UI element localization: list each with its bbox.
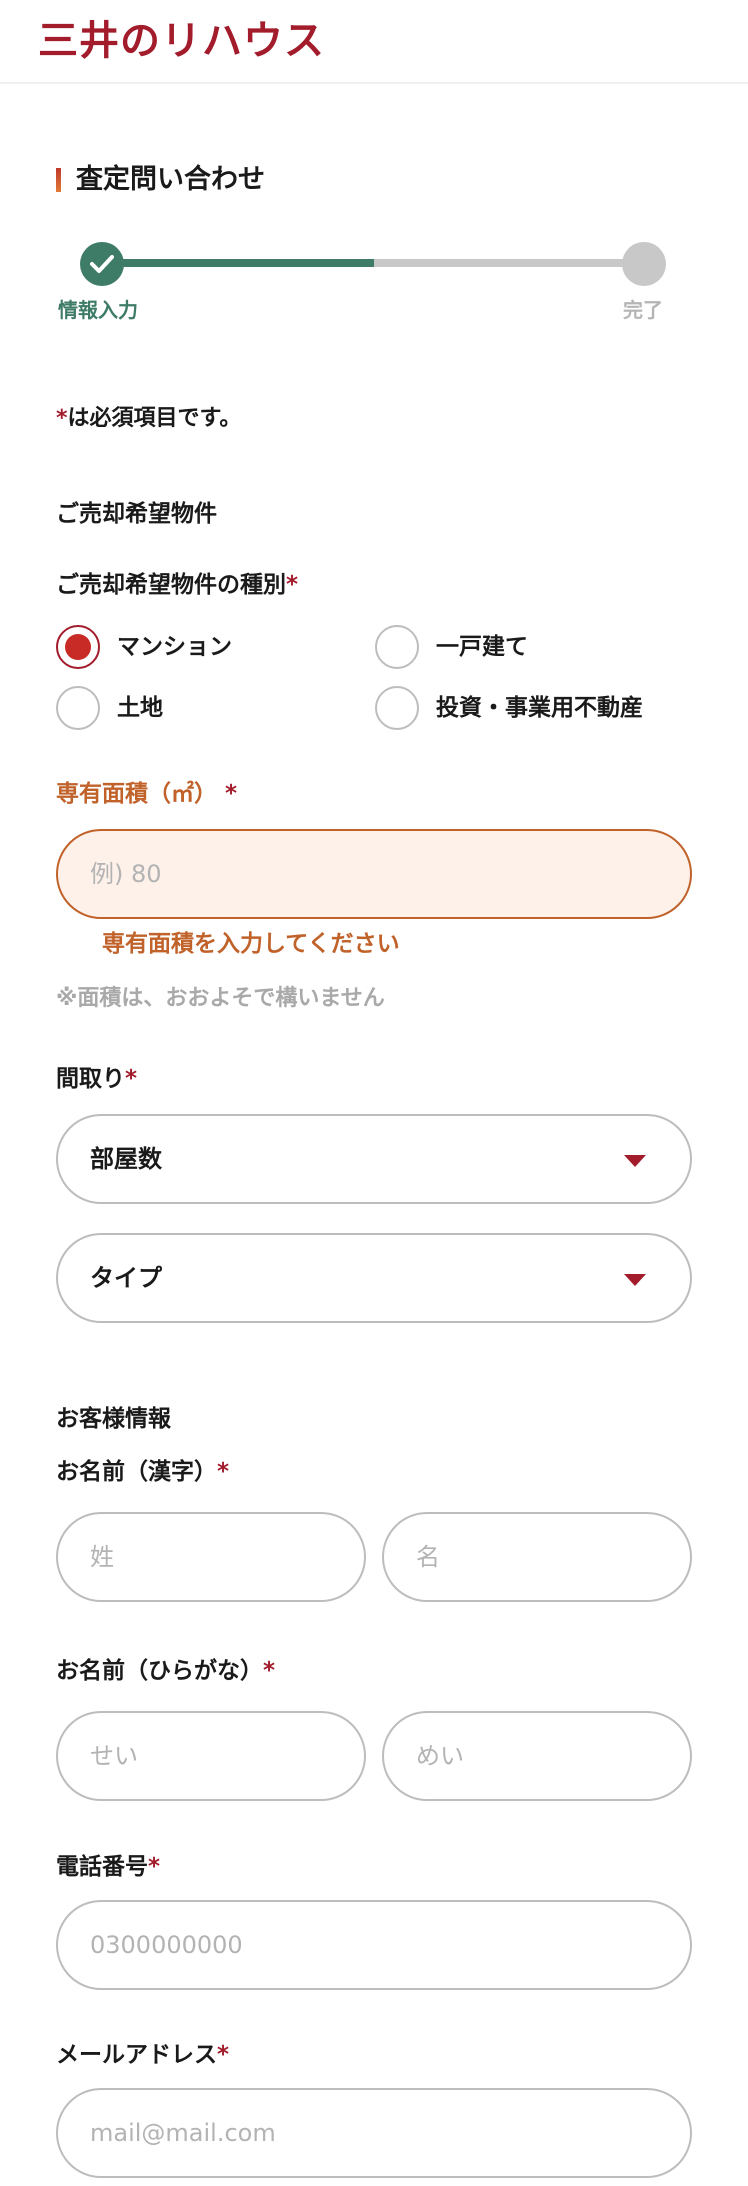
area-label-text: 専有面積（㎡） — [56, 781, 217, 807]
rooms-select-value: 部屋数 — [90, 1145, 162, 1173]
step-done-check-icon — [80, 242, 124, 286]
email-field — [56, 2088, 692, 2178]
property-type-label-text: ご売却希望物件の種別 — [56, 572, 286, 598]
required-mark: * — [263, 1658, 276, 1684]
last-name-field — [56, 1512, 366, 1602]
radio-label-land[interactable]: 土地 — [117, 692, 163, 724]
radio-label-detached-house[interactable]: 一戸建て — [436, 631, 528, 663]
radio-land[interactable] — [56, 686, 100, 730]
required-mark: * — [148, 1854, 161, 1880]
first-name-input[interactable] — [416, 1514, 658, 1600]
first-kana-input[interactable] — [416, 1713, 658, 1799]
caret-down-icon — [624, 1274, 646, 1286]
rooms-select[interactable]: 部屋数 — [56, 1114, 692, 1204]
property-section-heading: ご売却希望物件 — [56, 501, 217, 527]
radio-mansion[interactable] — [56, 625, 100, 669]
phone-label: 電話番号* — [56, 1851, 160, 1883]
layout-label-text: 間取り — [56, 1066, 125, 1092]
step-label-input: 情報入力 — [58, 298, 138, 322]
radio-label-mansion[interactable]: マンション — [117, 631, 232, 663]
step-pending-dot — [622, 242, 666, 286]
radio-investment[interactable] — [375, 686, 419, 730]
site-header: 三井のリハウス — [0, 0, 748, 84]
layout-type-select[interactable]: タイプ — [56, 1233, 692, 1323]
page-title: 査定問い合わせ — [76, 164, 265, 195]
last-kana-input[interactable] — [90, 1713, 332, 1799]
customer-section-heading: お客様情報 — [56, 1406, 171, 1432]
area-input[interactable] — [90, 831, 658, 917]
name-kana-label: お名前（ひらがな）* — [56, 1655, 275, 1687]
email-label-text: メールアドレス — [56, 2042, 217, 2068]
area-hint: ※面積は、おおよそで構いません — [56, 986, 385, 1011]
stepper-track-progress — [104, 259, 374, 267]
phone-label-text: 電話番号 — [56, 1854, 148, 1880]
brand-logo[interactable]: 三井のリハウス — [38, 16, 325, 66]
required-mark: * — [225, 781, 238, 807]
property-type-label: ご売却希望物件の種別* — [56, 569, 298, 601]
step-label-complete: 完了 — [623, 298, 663, 322]
required-mark: * — [56, 406, 68, 431]
phone-field — [56, 1900, 692, 1990]
required-mark: * — [125, 1066, 138, 1092]
first-kana-field — [382, 1711, 692, 1801]
phone-input[interactable] — [90, 1902, 658, 1988]
area-error-message: 専有面積を入力してください — [102, 931, 400, 957]
required-mark: * — [217, 1459, 230, 1485]
required-mark: * — [286, 572, 299, 598]
first-name-field — [382, 1512, 692, 1602]
area-label: 専有面積（㎡） * — [56, 778, 237, 810]
layout-type-select-value: タイプ — [90, 1264, 162, 1292]
last-kana-field — [56, 1711, 366, 1801]
email-input[interactable] — [90, 2090, 658, 2176]
name-kanji-label: お名前（漢字）* — [56, 1456, 229, 1488]
required-note-text: は必須項目です。 — [67, 406, 242, 431]
caret-down-icon — [624, 1155, 646, 1167]
name-kana-label-text: お名前（ひらがな） — [56, 1658, 263, 1684]
last-name-input[interactable] — [90, 1514, 332, 1600]
required-mark: * — [217, 2042, 230, 2068]
title-accent-bar — [56, 168, 61, 192]
area-field — [56, 829, 692, 919]
layout-label: 間取り* — [56, 1063, 137, 1095]
email-label: メールアドレス* — [56, 2039, 229, 2071]
radio-detached-house[interactable] — [375, 625, 419, 669]
radio-label-investment[interactable]: 投資・事業用不動産 — [436, 692, 643, 724]
required-note: *は必須項目です。 — [56, 404, 241, 434]
radio-selected-dot — [65, 634, 91, 660]
name-kanji-label-text: お名前（漢字） — [56, 1459, 217, 1485]
